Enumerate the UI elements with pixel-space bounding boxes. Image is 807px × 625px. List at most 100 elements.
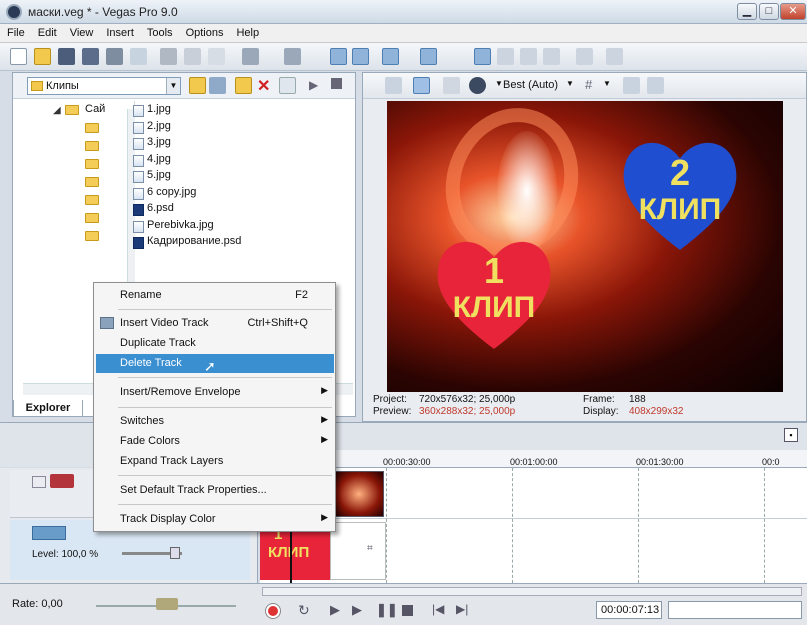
tree-folder-icon[interactable] — [85, 123, 99, 133]
file-item[interactable]: 6 copy.jpg — [131, 186, 351, 203]
properties-icon[interactable] — [130, 48, 147, 65]
file-item[interactable]: 2.jpg — [131, 120, 351, 137]
menu-view[interactable]: View — [63, 24, 100, 39]
menu-item-set-default-track-properties[interactable]: Set Default Track Properties... — [96, 481, 334, 500]
undo-icon[interactable] — [242, 48, 259, 65]
snap-icon[interactable] — [330, 48, 347, 65]
file-item[interactable]: 5.jpg — [131, 169, 351, 186]
menu-item-track-display-color[interactable]: Track Display Color ▶ — [96, 510, 334, 529]
normal-edit-tool-icon[interactable] — [474, 48, 491, 65]
tree-folder-icon[interactable] — [85, 177, 99, 187]
chevron-down-icon[interactable]: ▼ — [603, 79, 611, 88]
chevron-down-icon[interactable]: ▼ — [495, 79, 503, 88]
stop-icon[interactable] — [331, 78, 342, 89]
transport-bar: Rate: 0,00 ↻ ▶ ▶ ❚❚ |◀ ▶| 00:00:07:13 — [0, 583, 807, 625]
envelope-tool-icon[interactable] — [497, 48, 514, 65]
play-icon[interactable]: ▶ — [309, 78, 318, 92]
menu-item-insert-remove-envelope[interactable]: Insert/Remove Envelope ▶ — [96, 383, 334, 402]
menu-edit[interactable]: Edit — [31, 24, 63, 39]
fx-icon[interactable] — [443, 77, 460, 94]
timeline-ruler[interactable]: 00:00:30:00 00:01:00:00 00:01:30:00 00:0 — [260, 450, 807, 468]
folder-dropdown[interactable]: Клипы ▼ — [27, 77, 181, 95]
tree-folder-icon[interactable] — [85, 141, 99, 151]
file-item[interactable]: 1.jpg — [131, 103, 351, 120]
tree-folder-icon[interactable] — [85, 213, 99, 223]
redo-icon[interactable] — [284, 48, 301, 65]
timeline-hscrollbar[interactable] — [262, 587, 802, 596]
overlays-grid-icon[interactable]: # — [585, 77, 592, 92]
tree-item-label[interactable]: Сай — [85, 103, 105, 115]
rate-slider-thumb[interactable] — [156, 598, 178, 610]
level-slider-thumb[interactable] — [170, 547, 180, 559]
preview-properties-icon[interactable] — [385, 77, 402, 94]
close-button[interactable]: ✕ — [780, 3, 806, 20]
menu-item-switches[interactable]: Switches ▶ — [96, 412, 334, 431]
play-icon[interactable]: ▶ — [352, 602, 362, 618]
menu-help[interactable]: Help — [229, 24, 265, 39]
go-to-start-icon[interactable]: |◀ — [432, 602, 444, 616]
cut-icon[interactable] — [160, 48, 177, 65]
tree-folder-icon[interactable] — [85, 195, 99, 205]
go-to-end-icon[interactable]: ▶| — [456, 602, 468, 616]
file-item[interactable]: 6.psd — [131, 202, 351, 219]
file-item[interactable]: Perebivka.jpg — [131, 219, 351, 236]
online-icon[interactable] — [576, 48, 593, 65]
open-icon[interactable] — [34, 48, 51, 65]
stop-icon[interactable] — [402, 605, 413, 616]
pin-icon[interactable]: ▪ — [784, 428, 798, 442]
add-folder-icon[interactable] — [235, 77, 252, 94]
save-as-icon[interactable] — [82, 48, 99, 65]
help-pointer-icon[interactable] — [606, 48, 623, 65]
minimize-button[interactable]: ▁ — [737, 3, 757, 20]
record-icon[interactable] — [266, 604, 280, 618]
tab-explorer[interactable]: Explorer — [13, 400, 83, 417]
menu-item-duplicate-track[interactable]: Duplicate Track — [96, 334, 334, 353]
menu-item-expand-track-layers[interactable]: Expand Track Layers — [96, 452, 334, 471]
copy-snapshot-icon[interactable] — [623, 77, 640, 94]
menu-options[interactable]: Options — [179, 24, 230, 39]
render-icon[interactable] — [106, 48, 123, 65]
menu-item-rename[interactable]: Rename F2 — [96, 286, 334, 305]
menu-insert[interactable]: Insert — [99, 24, 140, 39]
menu-item-delete-track[interactable]: Delete Track ➚ — [96, 354, 334, 374]
zoom-tool-icon[interactable] — [543, 48, 560, 65]
file-item[interactable]: Кадрирование.psd — [131, 235, 351, 252]
chevron-down-icon[interactable]: ▼ — [166, 78, 180, 94]
save-icon[interactable] — [58, 48, 75, 65]
views-icon[interactable] — [279, 77, 296, 94]
auto-crossfade-icon[interactable] — [352, 48, 369, 65]
pause-icon[interactable]: ❚❚ — [376, 602, 398, 618]
lock-envelopes-icon[interactable] — [420, 48, 437, 65]
tree-folder-icon[interactable] — [85, 231, 99, 241]
vegas-app-icon[interactable] — [6, 4, 22, 20]
copy-icon[interactable] — [184, 48, 201, 65]
chevron-down-icon[interactable]: ▼ — [566, 79, 574, 88]
timecode-display[interactable]: 00:00:07:13 — [596, 601, 662, 619]
delete-icon[interactable]: ✕ — [257, 76, 270, 96]
play-from-start-icon[interactable]: ▶ — [330, 602, 340, 618]
ripple-edit-icon[interactable] — [382, 48, 399, 65]
new-icon[interactable] — [10, 48, 27, 65]
video-clip-event-tail[interactable]: ⌗ — [330, 522, 386, 580]
selection-tool-icon[interactable] — [520, 48, 537, 65]
tree-expander-icon[interactable]: ◢ — [53, 105, 61, 116]
tree-folder-icon[interactable] — [85, 159, 99, 169]
menu-tools[interactable]: Tools — [140, 24, 179, 39]
menu-item-fade-colors[interactable]: Fade Colors ▶ — [96, 432, 334, 451]
video-clip-thumbnail[interactable] — [334, 471, 384, 517]
save-snapshot-icon[interactable] — [647, 77, 664, 94]
up-folder-icon[interactable] — [189, 77, 206, 94]
external-monitor-icon[interactable] — [413, 77, 430, 94]
loop-icon[interactable]: ↻ — [298, 602, 310, 619]
crop-icon[interactable]: ⌗ — [367, 543, 373, 554]
file-item[interactable]: 4.jpg — [131, 153, 351, 170]
preview-quality-select[interactable]: Best (Auto) — [503, 79, 558, 91]
file-item[interactable]: 3.jpg — [131, 136, 351, 153]
split-screen-icon[interactable] — [469, 77, 486, 94]
menu-item-insert-video-track[interactable]: Insert Video Track Ctrl+Shift+Q — [96, 314, 334, 333]
selection-length-display[interactable] — [668, 601, 802, 619]
menu-file[interactable]: File — [0, 24, 31, 39]
paste-icon[interactable] — [208, 48, 225, 65]
refresh-icon[interactable] — [209, 77, 226, 94]
maximize-button[interactable]: □ — [759, 3, 779, 20]
